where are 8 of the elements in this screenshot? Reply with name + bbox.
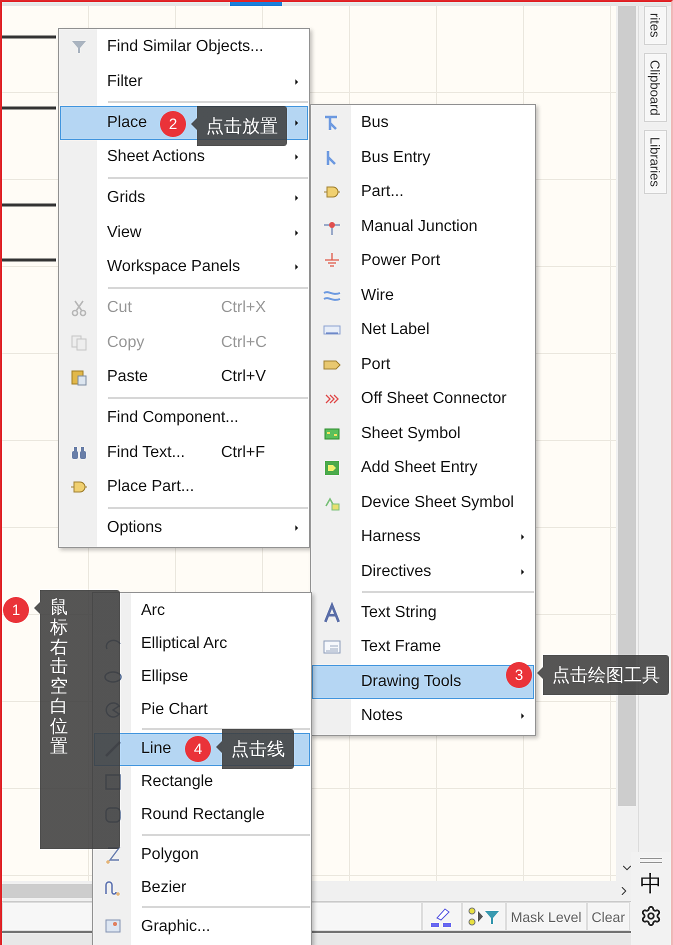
- shortcut-text: Ctrl+F: [221, 444, 266, 462]
- callout-tooltip: 点击线: [216, 729, 294, 769]
- shortcut-text: Ctrl+V: [221, 368, 267, 386]
- shortcut-text: Ctrl+C: [221, 334, 268, 352]
- callout-tooltip: 点击绘图工具: [537, 655, 669, 695]
- shortcut-text: Ctrl+X: [221, 299, 267, 318]
- callout-tooltip: 点击放置: [191, 106, 287, 146]
- callout-tooltip: 鼠标右击空白位置: [34, 590, 120, 849]
